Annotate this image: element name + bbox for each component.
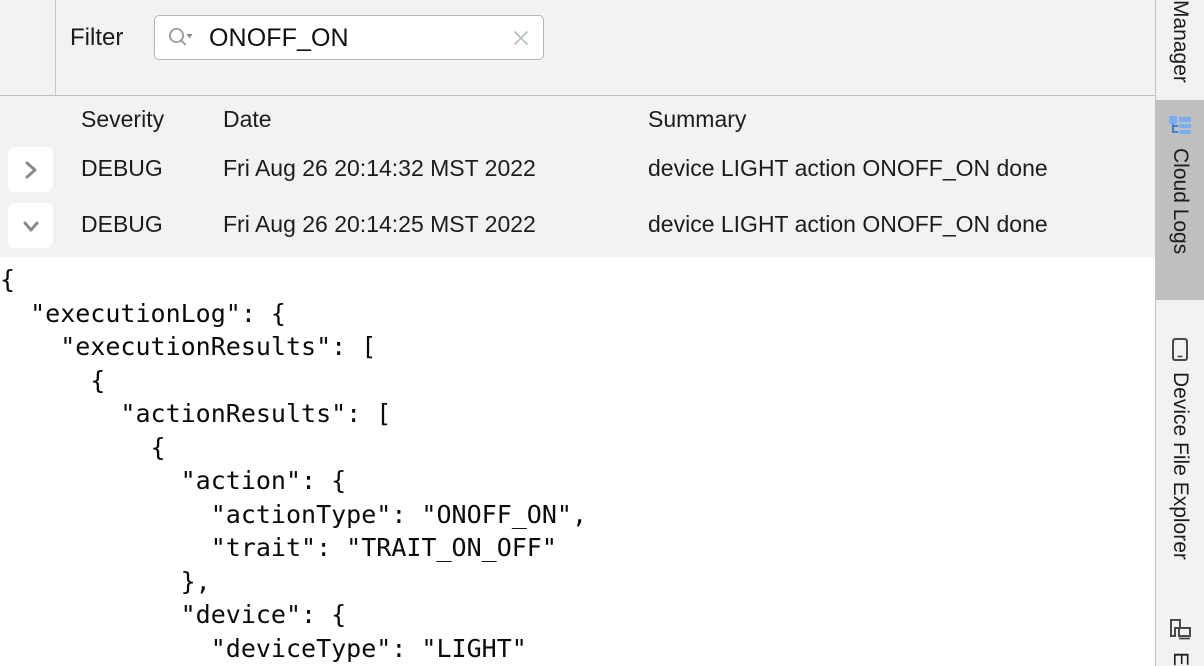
json-line: "trait": "TRAIT_ON_OFF" xyxy=(0,533,557,562)
json-line: "action": { xyxy=(0,466,347,495)
clear-x-icon[interactable] xyxy=(511,28,531,48)
table-row[interactable]: DEBUG Fri Aug 26 20:14:25 MST 2022 devic… xyxy=(0,201,1155,251)
cell-summary: device LIGHT action ONOFF_ON done xyxy=(648,211,1048,237)
main-column: Filter ONOFF_ON Severity Date Summary DE… xyxy=(0,0,1155,666)
column-header-severity[interactable]: Severity xyxy=(81,104,164,134)
cell-severity: DEBUG xyxy=(81,155,163,181)
app-root: Filter ONOFF_ON Severity Date Summary DE… xyxy=(0,0,1204,666)
cell-summary: device LIGHT action ONOFF_ON done xyxy=(648,155,1048,181)
column-header-summary[interactable]: Summary xyxy=(648,104,746,134)
sidebar-item-label: Cloud Logs xyxy=(1169,148,1192,255)
phone-icon xyxy=(1166,336,1194,364)
sidebar-item-manager[interactable]: Manager xyxy=(1156,0,1204,98)
column-header-date[interactable]: Date xyxy=(223,104,272,134)
toolbar-vertical-divider xyxy=(55,0,56,96)
log-detail-json[interactable]: { "executionLog": { "executionResults": … xyxy=(0,257,1155,666)
tool-window-sidebar: Manager Cloud Logs Device File Explorer … xyxy=(1155,0,1204,666)
json-line: "deviceType": "LIGHT" xyxy=(0,633,527,663)
cell-date: Fri Aug 26 20:14:25 MST 2022 xyxy=(223,211,536,237)
json-line: "executionLog": { xyxy=(0,298,286,328)
sidebar-item-label: Device File Explorer xyxy=(1169,372,1192,560)
json-line: "actionType": "ONOFF_ON", xyxy=(0,499,587,529)
log-table: Severity Date Summary DEBUG Fri Aug 26 2… xyxy=(0,96,1155,257)
table-vertical-scrollbar[interactable] xyxy=(1135,96,1155,257)
sidebar-item-label: E xyxy=(1169,652,1192,666)
search-input[interactable]: ONOFF_ON xyxy=(209,24,349,53)
json-line: { xyxy=(0,265,16,294)
json-line: "device": { xyxy=(0,600,347,629)
chevron-right-icon[interactable] xyxy=(8,147,53,192)
table-header-row: Severity Date Summary xyxy=(0,96,1155,145)
cloud-logs-icon xyxy=(1166,112,1194,140)
sidebar-item-label: Manager xyxy=(1169,0,1192,83)
chevron-down-icon[interactable] xyxy=(8,203,53,248)
json-line: "actionResults": [ xyxy=(0,399,392,428)
sidebar-item-cloud-logs[interactable]: Cloud Logs xyxy=(1156,100,1204,300)
json-line: { xyxy=(0,432,166,462)
sidebar-item-emulator[interactable]: E xyxy=(1156,612,1204,666)
cell-severity: DEBUG xyxy=(81,211,163,237)
table-row[interactable]: DEBUG Fri Aug 26 20:14:32 MST 2022 devic… xyxy=(0,145,1155,195)
search-dropdown-icon[interactable] xyxy=(167,26,195,50)
sidebar-item-device-file-explorer[interactable]: Device File Explorer xyxy=(1156,330,1204,610)
filter-toolbar: Filter ONOFF_ON xyxy=(0,0,1155,96)
json-line: { xyxy=(0,365,106,395)
filter-label: Filter xyxy=(70,24,124,51)
emulator-icon xyxy=(1166,616,1194,644)
json-line: "executionResults": [ xyxy=(0,332,377,361)
cell-date: Fri Aug 26 20:14:32 MST 2022 xyxy=(223,155,536,181)
filter-search-box[interactable]: ONOFF_ON xyxy=(154,15,544,60)
json-line: }, xyxy=(0,566,211,596)
